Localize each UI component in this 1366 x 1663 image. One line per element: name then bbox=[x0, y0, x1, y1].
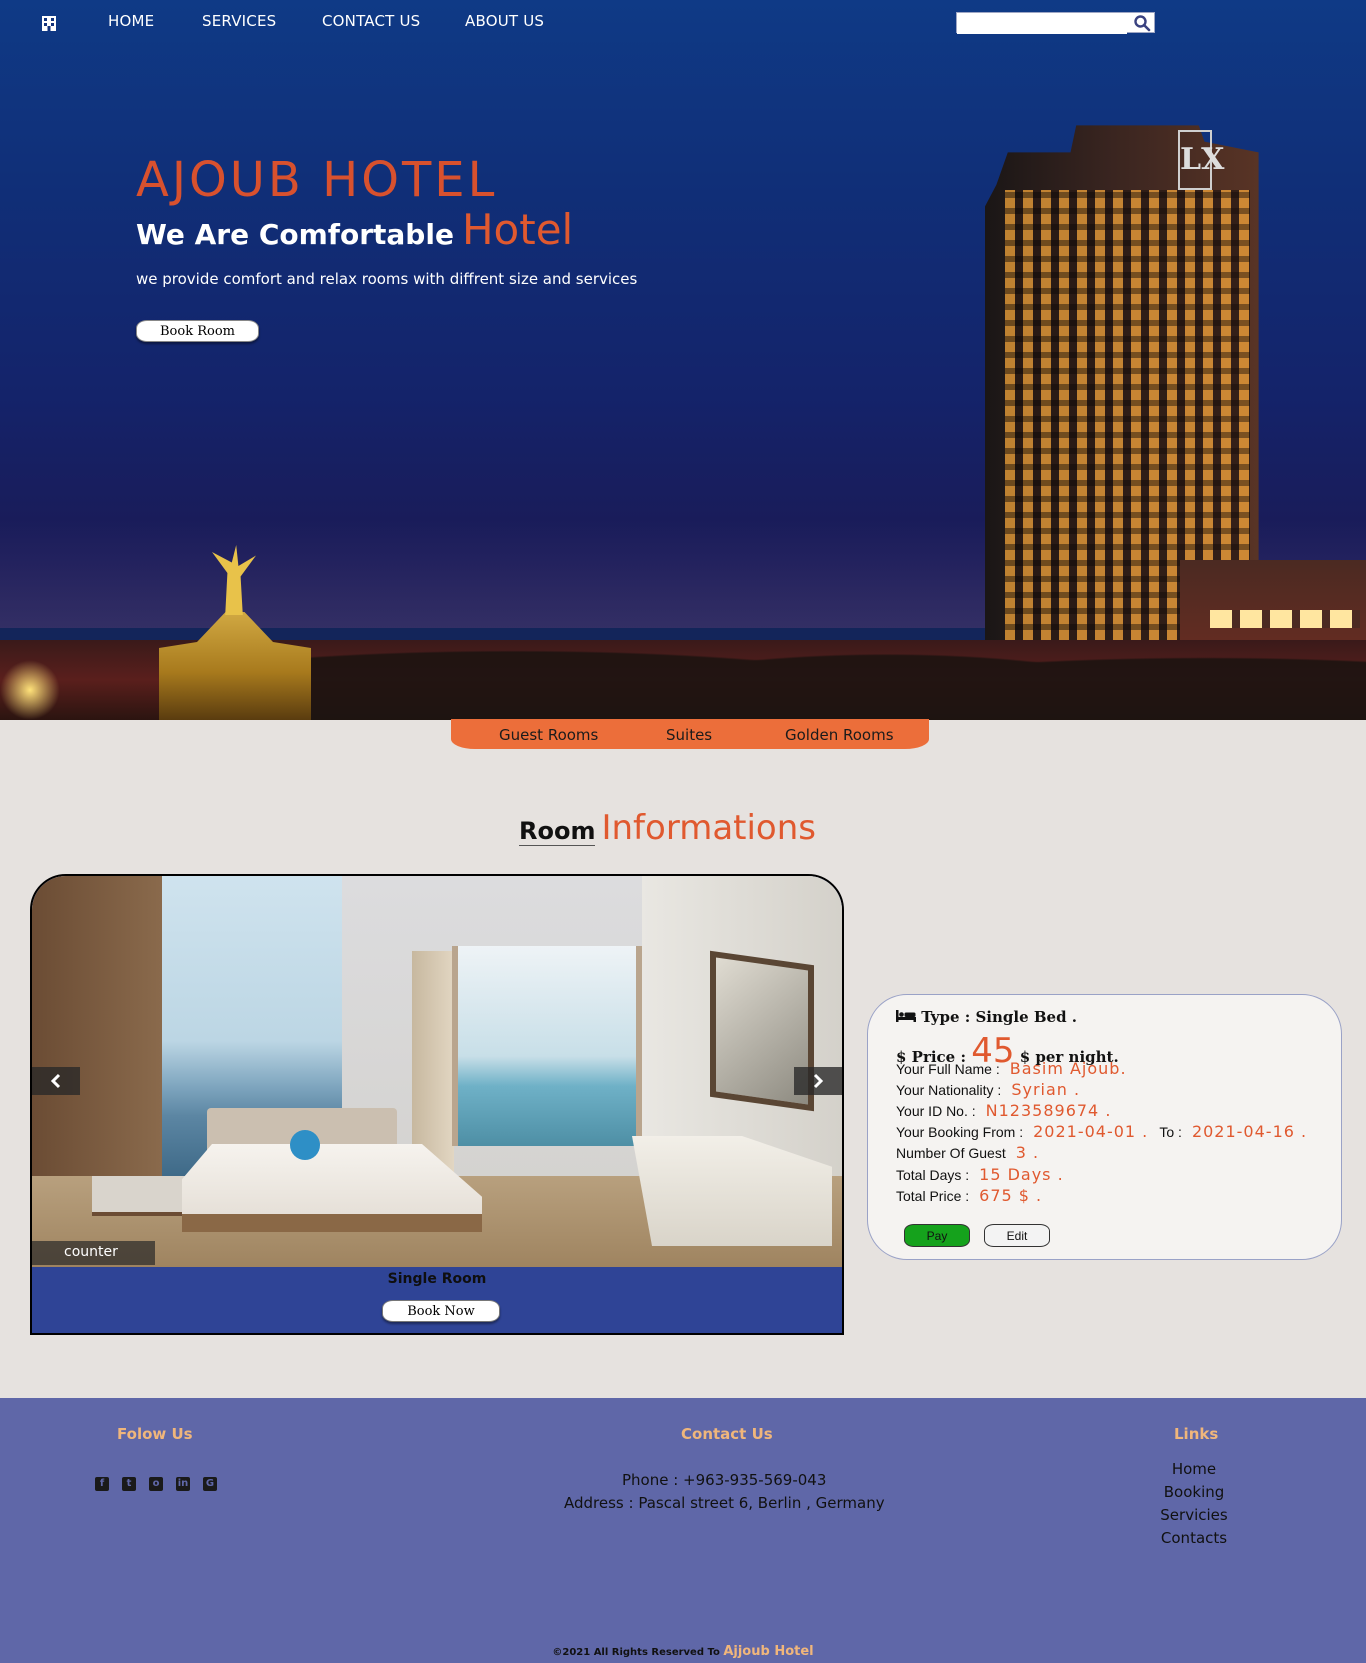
total-days-row: Total Days : 15 Days . bbox=[896, 1165, 1064, 1184]
tab-golden-rooms[interactable]: Golden Rooms bbox=[785, 726, 894, 744]
edit-button[interactable]: Edit bbox=[984, 1224, 1050, 1247]
hotel-sign: LX bbox=[1178, 130, 1224, 190]
footer-link-home[interactable]: Home bbox=[1134, 1458, 1254, 1481]
booking-info-panel: Type : Single Bed . $ Price : 45 $ per n… bbox=[867, 994, 1342, 1260]
chevron-right-icon bbox=[813, 1073, 824, 1089]
twitter-icon[interactable]: t bbox=[122, 1477, 136, 1491]
links-heading: Links bbox=[1174, 1425, 1219, 1443]
search-icon[interactable] bbox=[1133, 14, 1151, 32]
footer-address: Address : Pascal street 6, Berlin , Germ… bbox=[564, 1494, 885, 1512]
chevron-left-icon bbox=[50, 1073, 61, 1089]
top-navigation: HOME SERVICES CONTACT US ABOUT US bbox=[0, 0, 1366, 44]
instagram-icon[interactable]: o bbox=[149, 1477, 163, 1491]
total-price-row: Total Price : 675 $ . bbox=[896, 1186, 1042, 1205]
carousel-next-button[interactable] bbox=[794, 1067, 842, 1095]
contact-us-heading: Contact Us bbox=[681, 1425, 773, 1443]
slide-counter: counter bbox=[32, 1241, 155, 1265]
nationality-label: Your Nationality : bbox=[896, 1082, 1002, 1098]
full-name-label: Your Full Name : bbox=[896, 1061, 1000, 1077]
booking-to-value: 2021-04-16 . bbox=[1191, 1122, 1308, 1141]
section-title-main: Room bbox=[519, 817, 596, 846]
footer-links: Home Booking Servicies Contacts bbox=[1134, 1458, 1254, 1550]
nav-contact-link[interactable]: CONTACT US bbox=[322, 12, 420, 30]
total-price-label: Total Price : bbox=[896, 1188, 970, 1204]
social-icons: f t o in G bbox=[95, 1471, 230, 1491]
footer-link-services[interactable]: Servicies bbox=[1134, 1504, 1254, 1527]
room-photo: counter bbox=[32, 876, 842, 1267]
hero-banner: LX HOME SERVICES CONTACT US ABOUT US AJO… bbox=[0, 0, 1366, 720]
guests-value: 3 . bbox=[1015, 1143, 1040, 1162]
total-price-value: 675 $ . bbox=[979, 1186, 1043, 1205]
room-type-text: Type : Single Bed . bbox=[921, 1008, 1078, 1026]
tagline-text: We Are Comfortable bbox=[136, 218, 454, 251]
section-title-accent: Informations bbox=[601, 808, 816, 848]
search-input[interactable] bbox=[957, 15, 1127, 34]
tab-suites[interactable]: Suites bbox=[666, 726, 712, 744]
guests-label: Number Of Guest bbox=[896, 1145, 1006, 1161]
id-value: N123589674 . bbox=[985, 1101, 1112, 1120]
blue-pillow bbox=[290, 1130, 320, 1160]
tab-guest-rooms[interactable]: Guest Rooms bbox=[499, 726, 598, 744]
search-box bbox=[956, 12, 1155, 34]
room-type-row: Type : Single Bed . bbox=[896, 1008, 1077, 1026]
carousel-prev-button[interactable] bbox=[32, 1067, 80, 1095]
nationality-row: Your Nationality : Syrian . bbox=[896, 1080, 1080, 1099]
hero-brand-title: AJOUB HOTEL bbox=[136, 152, 498, 208]
trees-silhouette bbox=[300, 600, 1366, 720]
guests-row: Number Of Guest 3 . bbox=[896, 1143, 1039, 1162]
room-window bbox=[452, 946, 642, 1146]
nav-services-link[interactable]: SERVICES bbox=[202, 12, 276, 30]
facebook-icon[interactable]: f bbox=[95, 1477, 109, 1491]
copyright-brand: Ajjoub Hotel bbox=[723, 1644, 814, 1659]
id-row: Your ID No. : N123589674 . bbox=[896, 1101, 1111, 1120]
book-room-button[interactable]: Book Room bbox=[136, 320, 259, 342]
copyright-text: ©2021 All Rights Reserved To bbox=[552, 1647, 720, 1658]
hotel-icon[interactable] bbox=[40, 14, 58, 32]
pay-button[interactable]: Pay bbox=[904, 1224, 970, 1247]
footer-phone: Phone : +963-935-569-043 bbox=[622, 1471, 827, 1489]
nav-about-link[interactable]: ABOUT US bbox=[465, 12, 544, 30]
google-plus-icon[interactable]: G bbox=[203, 1477, 217, 1491]
room-card: counter Single Room Book Now bbox=[30, 874, 844, 1335]
booking-dates-row: Your Booking From : 2021-04-01 . To : 2021… bbox=[896, 1122, 1307, 1141]
footer-link-contacts[interactable]: Contacts bbox=[1134, 1527, 1254, 1550]
book-now-button[interactable]: Book Now bbox=[382, 1300, 500, 1322]
street-light-glow bbox=[0, 660, 60, 720]
full-name-value: Basim Ajoub. bbox=[1009, 1059, 1127, 1078]
tagline-accent: Hotel bbox=[461, 205, 574, 254]
follow-us-heading: Folow Us bbox=[117, 1425, 193, 1443]
total-days-value: 15 Days . bbox=[979, 1165, 1064, 1184]
site-footer: Folow Us f t o in G Contact Us Phone : +963-… bbox=[0, 1398, 1366, 1663]
total-days-label: Total Days : bbox=[896, 1167, 970, 1183]
booking-from-value: 2021-04-01 . bbox=[1033, 1122, 1149, 1141]
room-name: Single Room bbox=[387, 1271, 487, 1287]
hero-subtitle: we provide comfort and relax rooms with … bbox=[136, 270, 638, 288]
linkedin-icon[interactable]: in bbox=[176, 1477, 190, 1491]
room-category-tabs: Guest Rooms Suites Golden Rooms bbox=[451, 719, 929, 749]
nationality-value: Syrian . bbox=[1011, 1080, 1081, 1099]
booking-from-label: Your Booking From : bbox=[896, 1124, 1024, 1140]
copyright: ©2021 All Rights Reserved To Ajjoub Hote… bbox=[0, 1644, 1366, 1659]
section-title: Room Informations bbox=[519, 808, 816, 848]
bed-icon bbox=[896, 1010, 916, 1022]
full-name-row: Your Full Name : Basim Ajoub. bbox=[896, 1059, 1127, 1078]
id-label: Your ID No. : bbox=[896, 1103, 976, 1119]
booking-to-label: To : bbox=[1159, 1124, 1182, 1140]
nav-home-link[interactable]: HOME bbox=[108, 12, 154, 30]
hero-tagline: We Are Comfortable Hotel bbox=[136, 205, 573, 254]
footer-link-booking[interactable]: Booking bbox=[1134, 1481, 1254, 1504]
